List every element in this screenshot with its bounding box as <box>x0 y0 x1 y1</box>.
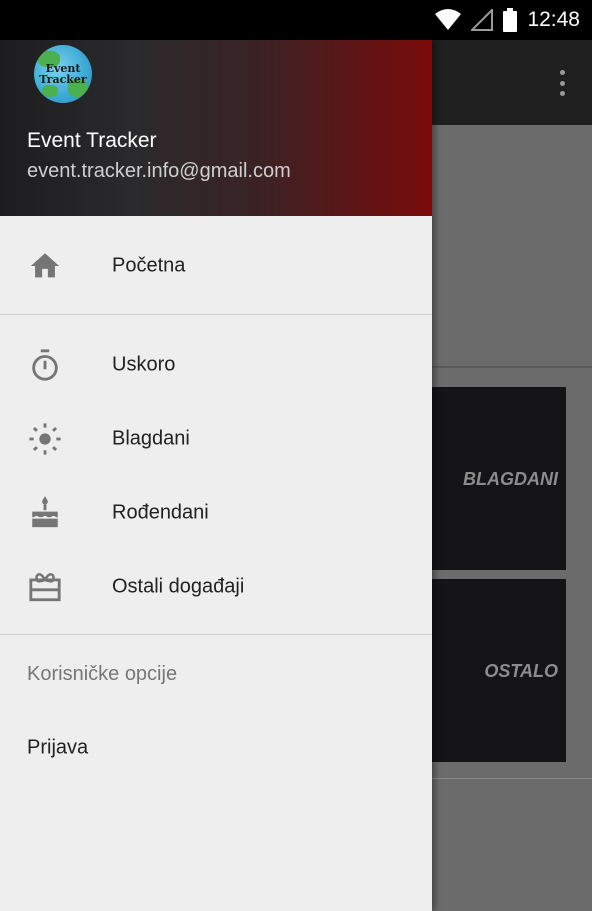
card-label: OSTALO <box>484 661 558 681</box>
drawer-item-label: Ostali događaji <box>112 575 245 598</box>
drawer-item-label: Blagdani <box>112 427 190 450</box>
overflow-menu-icon[interactable] <box>558 70 566 96</box>
signal-icon <box>471 9 494 31</box>
drawer-item-ostali-dogadaji[interactable]: Ostali događaji <box>0 550 432 624</box>
drawer-item-label: Rođendani <box>112 501 209 524</box>
wifi-icon <box>435 9 462 30</box>
app-card-blagdani[interactable]: BLAGDANI <box>432 387 566 570</box>
drawer-item-prijava[interactable]: Prijava <box>0 718 432 778</box>
account-name: Event Tracker <box>27 129 157 152</box>
drawer-divider <box>0 634 432 635</box>
card-label: BLAGDANI <box>463 469 558 489</box>
drawer-item-blagdani[interactable]: Blagdani <box>0 402 432 476</box>
logo-text: Event Tracker <box>39 62 87 86</box>
section-header-user-options: Korisničke opcije <box>27 663 178 685</box>
drawer-divider <box>0 314 432 315</box>
status-time: 12:48 <box>527 8 580 31</box>
app-divider <box>432 778 592 779</box>
app-band <box>432 366 592 368</box>
home-icon <box>30 253 60 278</box>
sunny-icon <box>29 423 61 455</box>
drawer-item-label: Prijava <box>27 736 89 759</box>
app-logo: Event Tracker <box>34 45 92 103</box>
battery-icon <box>503 8 518 32</box>
drawer-item-pocetna[interactable]: Početna <box>0 229 432 303</box>
cake-icon <box>32 496 58 528</box>
timer-icon <box>32 349 58 381</box>
gift-card-icon <box>29 572 61 602</box>
drawer-item-label: Uskoro <box>112 353 176 376</box>
status-bar: 12:48 <box>0 0 592 40</box>
drawer-item-rodendani[interactable]: Rođendani <box>0 476 432 550</box>
app-card-ostalo[interactable]: OSTALO <box>432 579 566 762</box>
account-email: event.tracker.info@gmail.com <box>27 160 291 182</box>
drawer-item-label: Početna <box>112 254 186 277</box>
drawer-item-uskoro[interactable]: Uskoro <box>0 328 432 402</box>
navigation-drawer: Event Tracker Event Tracker event.tracke… <box>0 40 432 911</box>
drawer-header: Event Tracker Event Tracker event.tracke… <box>0 40 432 216</box>
